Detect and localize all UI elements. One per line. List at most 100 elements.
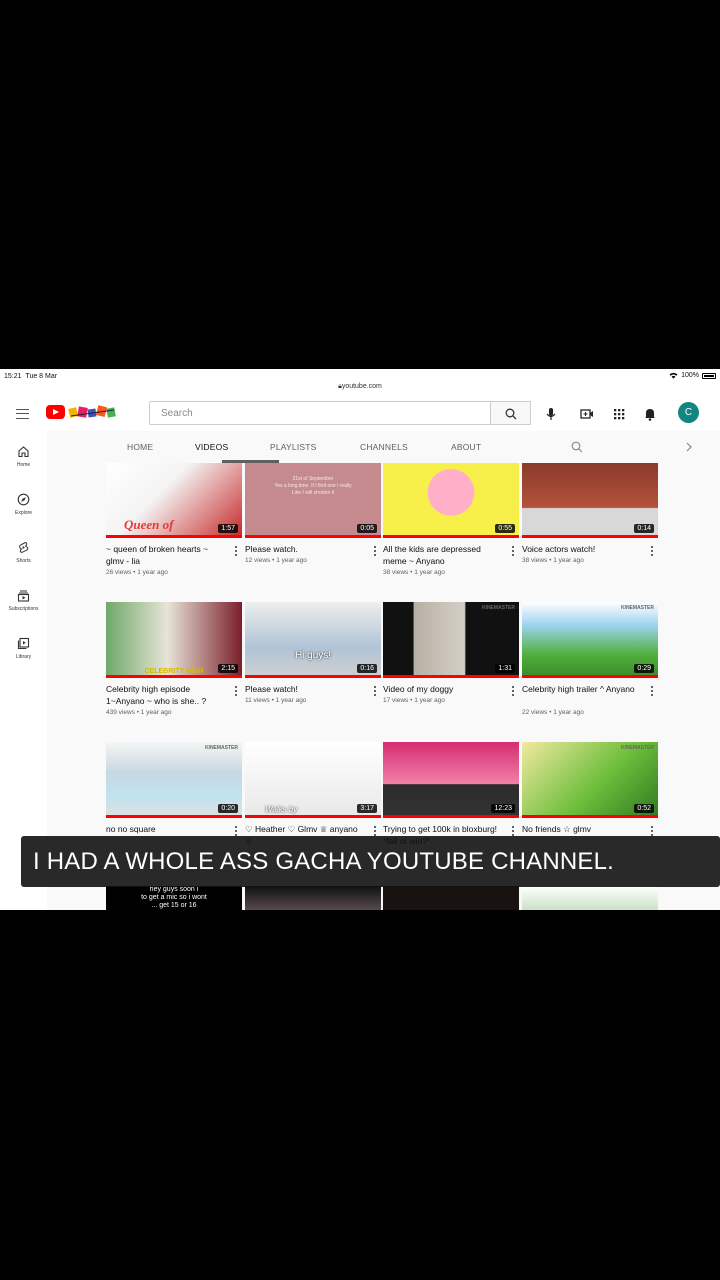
video-card[interactable]: KINEMASTER 0:29 Celebrity high trailer ^ A… xyxy=(522,602,658,716)
status-bar: 15:21 Tue 8 Mar 100% xyxy=(0,369,720,383)
more-options-icon[interactable] xyxy=(512,826,515,836)
sidebar-item-library[interactable]: Library xyxy=(0,637,47,660)
watched-progress-bar xyxy=(245,815,381,818)
upload-age: 1 year ago xyxy=(276,557,307,564)
account-avatar[interactable]: C xyxy=(678,402,699,423)
upload-age: 1 year ago xyxy=(275,697,307,704)
watched-progress-bar xyxy=(106,535,242,538)
sidebar-item-subscriptions[interactable]: Subscriptions xyxy=(0,589,47,612)
video-duration: 0:52 xyxy=(634,804,654,813)
address-bar[interactable]: 🔒︎youtube.com xyxy=(0,383,720,391)
apps-grid-icon[interactable] xyxy=(611,406,627,422)
more-options-icon[interactable] xyxy=(235,546,238,556)
more-options-icon[interactable] xyxy=(651,686,654,696)
view-count: 22 views xyxy=(522,709,548,716)
video-card[interactable]: Queen of 1:57 ~ queen of broken hearts ~ g… xyxy=(106,463,242,576)
video-thumbnail[interactable]: 12:23 xyxy=(383,742,519,818)
wifi-icon xyxy=(669,372,678,379)
battery-icon xyxy=(702,372,716,379)
video-title[interactable]: Celebrity high episode 1~Anyano ~ who is… xyxy=(106,683,228,707)
youtube-logo-icon[interactable] xyxy=(46,405,65,419)
video-duration: 1:31 xyxy=(495,664,515,673)
more-options-icon[interactable] xyxy=(235,826,238,836)
video-card[interactable]: 0:55 All the kids are depressed meme ~ An… xyxy=(383,463,519,576)
notifications-bell-icon[interactable] xyxy=(642,406,658,422)
library-icon xyxy=(17,637,30,650)
search-input[interactable]: Search xyxy=(149,401,491,425)
video-thumbnail[interactable]: KINEMASTER 1:31 xyxy=(383,602,519,678)
video-thumbnail[interactable]: Queen of 1:57 xyxy=(106,463,242,538)
video-thumbnail[interactable]: KINEMASTER 0:52 xyxy=(522,742,658,818)
video-thumbnail[interactable]: Walks by 3:17 xyxy=(245,742,381,818)
sidebar-label: Subscriptions xyxy=(8,606,39,612)
sidebar-item-home[interactable]: Home xyxy=(0,445,47,468)
video-card[interactable]: 12:23Trying to get 100k in bloxburg! *fa… xyxy=(383,742,519,846)
more-options-icon[interactable] xyxy=(512,686,515,696)
video-card[interactable]: CELEBRITY HIGH 2:15 Celebrity high episode… xyxy=(106,602,242,716)
video-card[interactable]: KINEMASTER 0:20 no no square xyxy=(106,742,242,836)
video-thumbnail[interactable]: hey guys soon i to get a mic so i wont .… xyxy=(106,886,242,910)
video-card[interactable]: Walks by3:17♡ Heather ♡ Glmv ♕ anyano ♕ xyxy=(245,742,381,846)
video-card[interactable]: 0:14 Voice actors watch! 38 views • 1 year… xyxy=(522,463,658,564)
video-thumbnail[interactable]: CELEBRITY HIGH 2:15 xyxy=(106,602,242,678)
video-thumbnail[interactable] xyxy=(245,886,381,910)
youtube-doodle-logo[interactable] xyxy=(68,404,117,420)
video-title[interactable]: ~ queen of broken hearts ~ glmv - lia xyxy=(106,543,228,567)
more-options-icon[interactable] xyxy=(374,826,377,836)
shorts-icon xyxy=(19,541,29,553)
video-card[interactable] xyxy=(383,886,519,910)
video-thumbnail[interactable]: 0:14 xyxy=(522,463,658,538)
tab-home[interactable]: HOME xyxy=(127,442,153,452)
more-options-icon[interactable] xyxy=(512,546,515,556)
thumbnail-text: KINEMASTER xyxy=(481,605,515,611)
tab-channels[interactable]: CHANNELS xyxy=(360,442,408,452)
video-title[interactable]: All the kids are depressed meme ~ Anyano xyxy=(383,543,505,567)
video-card[interactable] xyxy=(522,886,658,910)
tab-about[interactable]: ABOUT xyxy=(451,442,481,452)
status-right: 100% xyxy=(669,372,716,379)
microphone-icon[interactable] xyxy=(543,406,559,422)
video-card[interactable]: hey guys soon i to get a mic so i wont .… xyxy=(106,886,242,910)
video-title[interactable]: Please watch. xyxy=(245,543,367,555)
video-card[interactable]: 21st of September Yes a long time. If I … xyxy=(245,463,381,564)
video-title[interactable]: Voice actors watch! xyxy=(522,543,644,555)
thumbnail-text: Queen of xyxy=(124,517,174,532)
video-card[interactable]: KINEMASTER 0:52 No friends ☆ glmv xyxy=(522,742,658,836)
video-thumbnail[interactable] xyxy=(383,886,519,910)
tab-videos[interactable]: VIDEOS xyxy=(195,442,228,452)
video-title[interactable]: No friends ☆ glmv xyxy=(522,823,644,835)
video-thumbnail[interactable]: 0:55 xyxy=(383,463,519,538)
more-options-icon[interactable] xyxy=(235,686,238,696)
tab-playlists[interactable]: PLAYLISTS xyxy=(270,442,317,452)
view-count: 17 views xyxy=(383,697,409,704)
search-button[interactable] xyxy=(491,401,531,425)
sidebar-item-shorts[interactable]: Shorts xyxy=(0,541,47,564)
chevron-right-icon[interactable] xyxy=(684,441,694,453)
video-title[interactable]: Please watch! xyxy=(245,683,367,695)
hamburger-menu-icon[interactable] xyxy=(16,409,29,419)
more-options-icon[interactable] xyxy=(651,546,654,556)
battery-percent: 100% xyxy=(681,372,699,379)
video-duration: 0:55 xyxy=(495,524,515,533)
video-card[interactable]: KINEMASTER 1:31 Video of my doggy 17 views … xyxy=(383,602,519,704)
video-thumbnail[interactable]: KINEMASTER 0:29 xyxy=(522,602,658,678)
channel-search-icon[interactable] xyxy=(571,441,583,453)
video-title[interactable]: Celebrity high trailer ^ Anyano xyxy=(522,683,644,695)
sidebar-item-explore[interactable]: Explore xyxy=(0,493,47,516)
browser-screen: 15:21 Tue 8 Mar 100% 🔒︎youtube.com Searc… xyxy=(0,369,720,910)
video-thumbnail[interactable] xyxy=(522,886,658,910)
video-title[interactable]: Video of my doggy xyxy=(383,683,505,695)
video-thumbnail[interactable]: KINEMASTER 0:20 xyxy=(106,742,242,818)
video-title[interactable]: no no square xyxy=(106,823,228,835)
thumbnail-text: 21st of September Yes a long time. If I … xyxy=(274,476,352,496)
create-video-icon[interactable] xyxy=(579,406,595,422)
video-card[interactable]: Hi guys! 0:16 Please watch! 11 views • 1 ye… xyxy=(245,602,381,704)
video-meta: 11 views • 1 year ago xyxy=(245,697,306,704)
video-thumbnail[interactable]: Hi guys! 0:16 xyxy=(245,602,381,678)
video-duration: 2:15 xyxy=(218,664,238,673)
video-card[interactable] xyxy=(245,886,381,910)
more-options-icon[interactable] xyxy=(374,546,377,556)
more-options-icon[interactable] xyxy=(374,686,377,696)
more-options-icon[interactable] xyxy=(651,826,654,836)
video-thumbnail[interactable]: 21st of September Yes a long time. If I … xyxy=(245,463,381,538)
